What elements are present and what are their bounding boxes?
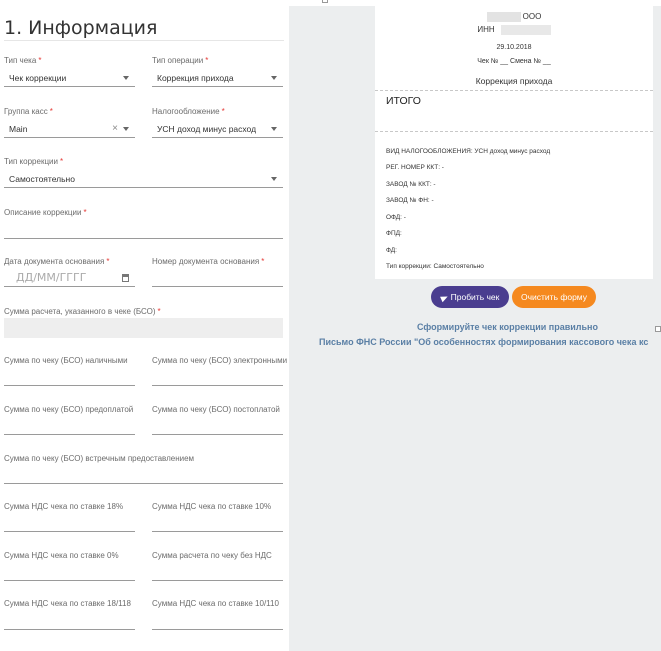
date-placeholder: ДД/ММ/ГГГГ	[16, 271, 87, 284]
base-doc-date-input[interactable]: ДД/ММ/ГГГГ	[4, 271, 135, 287]
calc-sum-input	[4, 318, 283, 338]
chevron-down-icon	[123, 127, 129, 131]
correction-description-label: Описание коррекции *	[4, 208, 87, 217]
check-type-value: Чек коррекции	[9, 73, 67, 83]
correction-type-select[interactable]: Самостоятельно	[4, 172, 283, 188]
base-doc-number-input[interactable]	[152, 271, 283, 287]
page-title: 1. Информация	[4, 17, 158, 39]
sum-postpaid-label: Сумма по чеку (БСО) постоплатой	[152, 405, 280, 414]
base-doc-number-label: Номер документа основания *	[152, 257, 265, 266]
chevron-down-icon	[271, 177, 277, 181]
receipt-preview: ООО ИНН 29.10.2018 Чек № __ Смена № __ К…	[375, 6, 653, 279]
sum-cash-label: Сумма по чеку (БСО) наличными	[4, 356, 128, 365]
vat0-label: Сумма НДС чека по ставке 0%	[4, 551, 119, 560]
paper-plane-icon	[439, 293, 449, 302]
cash-group-label: Группа касс *	[4, 107, 53, 116]
chevron-down-icon	[123, 76, 129, 80]
receipt-org: ООО	[375, 12, 653, 22]
receipt-line: РЕГ. НОМЕР ККТ: -	[386, 164, 444, 171]
chevron-down-icon	[271, 127, 277, 131]
redacted-block	[500, 25, 551, 35]
no-vat-label: Сумма расчета по чеку без НДС	[152, 551, 272, 560]
calc-sum-label: Сумма расчета, указанного в чеке (БСО) *	[4, 307, 161, 316]
vat18-label: Сумма НДС чека по ставке 18%	[4, 502, 124, 511]
clear-form-button[interactable]: Очистить форму	[512, 286, 596, 308]
correction-description-input[interactable]	[4, 223, 283, 239]
redacted-block	[486, 12, 521, 22]
sum-electronic-input[interactable]	[152, 370, 283, 386]
receipt-line: Тип коррекции: Самостоятельно	[386, 263, 484, 270]
vat0-input[interactable]	[4, 565, 135, 581]
correction-type-label: Тип коррекции *	[4, 157, 64, 166]
form-panel: 1. Информация Тип чека * Чек коррекции Ти…	[0, 0, 289, 651]
taxation-value: УСН доход минус расход	[157, 124, 257, 134]
receipt-type: Коррекция прихода	[475, 76, 553, 86]
operation-type-value: Коррекция прихода	[157, 73, 234, 83]
vat10-110-label: Сумма НДС чека по ставке 10/110	[152, 599, 279, 608]
cash-group-value: Main	[9, 124, 28, 134]
fns-letter-link[interactable]: Письмо ФНС России "Об особенностях форми…	[319, 337, 648, 347]
check-type-label: Тип чека *	[4, 56, 42, 65]
clear-icon[interactable]: ×	[112, 122, 118, 136]
taxation-select[interactable]: УСН доход минус расход	[152, 122, 283, 138]
check-type-select[interactable]: Чек коррекции	[4, 71, 135, 87]
receipt-line: ОФД: -	[386, 214, 406, 221]
sum-postpaid-input[interactable]	[152, 419, 283, 435]
sum-prepaid-input[interactable]	[4, 419, 135, 435]
vat18-input[interactable]	[4, 516, 135, 532]
base-doc-date-label: Дата документа основания *	[4, 257, 110, 266]
vat10-input[interactable]	[152, 516, 283, 532]
receipt-line: ФПД:	[386, 230, 402, 237]
taxation-label: Налогообложение *	[152, 107, 225, 116]
sum-counter-label: Сумма по чеку (БСО) встречным предоставл…	[4, 454, 195, 463]
sum-prepaid-label: Сумма по чеку (БСО) предоплатой	[4, 405, 134, 414]
receipt-shift: Чек № __ Смена № __	[477, 58, 551, 65]
vat18-118-input[interactable]	[4, 614, 135, 630]
operation-type-select[interactable]: Коррекция прихода	[152, 71, 283, 87]
receipt-total: ИТОГО	[386, 95, 421, 107]
receipt-line: ЗАВОД № ККТ: -	[386, 181, 436, 188]
chevron-down-icon	[271, 76, 277, 80]
cash-group-select[interactable]: Main ×	[4, 122, 135, 138]
receipt-line: ФД:	[386, 247, 397, 254]
receipt-inn: ИНН	[375, 25, 653, 35]
vat10-label: Сумма НДС чека по ставке 10%	[152, 502, 272, 511]
receipt-date: 29.10.2018	[496, 44, 532, 51]
sum-counter-input[interactable]	[4, 468, 283, 484]
preview-panel: ООО ИНН 29.10.2018 Чек № __ Смена № __ К…	[289, 6, 661, 651]
print-receipt-button[interactable]: Пробить чек	[431, 286, 509, 308]
resize-handle[interactable]	[655, 326, 661, 332]
title-divider	[4, 40, 284, 41]
receipt-divider	[375, 131, 653, 132]
correction-type-value: Самостоятельно	[9, 174, 75, 184]
sum-electronic-label: Сумма по чеку (БСО) электронными	[152, 356, 288, 365]
vat18-118-label: Сумма НДС чека по ставке 18/118	[4, 599, 131, 608]
receipt-line: ВИД НАЛОГООБЛОЖЕНИЯ: УСН доход минус рас…	[386, 148, 551, 155]
receipt-divider	[375, 90, 653, 91]
resize-handle[interactable]	[322, 0, 328, 3]
vat10-110-input[interactable]	[152, 614, 283, 630]
calendar-icon[interactable]	[122, 274, 129, 282]
guide-link[interactable]: Сформируйте чек коррекции правильно	[417, 322, 598, 332]
sum-cash-input[interactable]	[4, 370, 135, 386]
receipt-line: ЗАВОД № ФН: -	[386, 197, 434, 204]
operation-type-label: Тип операции *	[152, 56, 209, 65]
no-vat-input[interactable]	[152, 565, 283, 581]
